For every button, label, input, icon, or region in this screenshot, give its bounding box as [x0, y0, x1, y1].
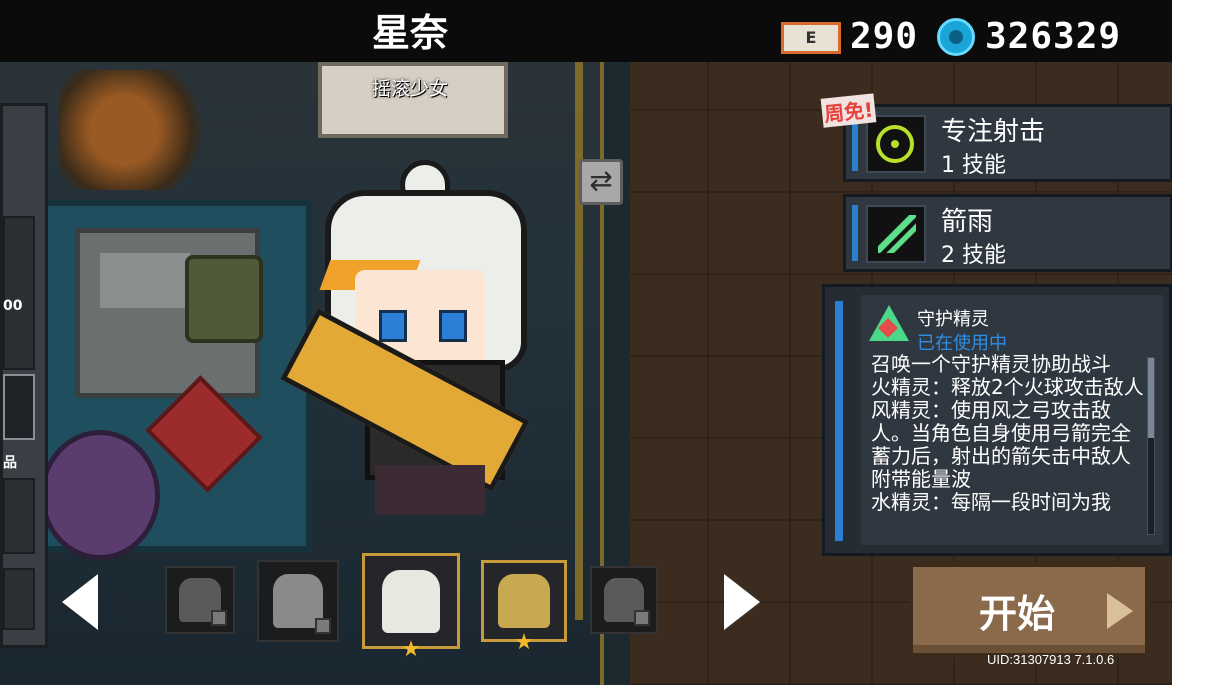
uid-label: UID:31307913 7.1.0.6 — [987, 652, 1115, 667]
skill-title: 专注射击 — [941, 117, 1046, 147]
pet-panel[interactable]: 守护精灵 已在使用中 召唤一个守护精灵协助战斗 火精灵：释放2个火球攻击敌人 风… — [822, 284, 1172, 556]
pet-desc-line: 风精灵：使用风之弓攻击敌人。当角色自身使用弓箭完全蓄力后，射出的箭矢击中敌人附带… — [871, 398, 1131, 491]
left-panel-label: 品 — [3, 455, 17, 471]
lock-icon — [211, 610, 227, 626]
left-side-panel[interactable]: 00 品 — [0, 103, 48, 648]
play-arrow-icon — [1107, 593, 1133, 629]
guardian-spirit-icon — [869, 305, 909, 345]
left-panel-box — [3, 216, 35, 370]
crosshair-icon — [866, 115, 926, 173]
pet-status: 已在使用中 — [917, 333, 1007, 354]
coin-icon — [937, 18, 975, 56]
pot-decoration — [185, 255, 263, 343]
coin-count: 326329 — [985, 16, 1122, 57]
pet-desc-line: 火精灵：释放2个火球攻击敌人 — [871, 375, 1144, 399]
pet-inner: 守护精灵 已在使用中 召唤一个守护精灵协助战斗 火精灵：释放2个火球攻击敌人 风… — [861, 295, 1163, 545]
pet-desc-line: 召唤一个守护精灵协助战斗 — [871, 353, 1111, 376]
star-icon: ★ — [514, 630, 534, 655]
lock-icon — [634, 610, 650, 626]
character-thumb[interactable] — [165, 566, 235, 634]
hero-eye — [379, 310, 407, 342]
plant-decoration — [60, 70, 220, 190]
gem-count: 290 — [850, 16, 919, 57]
rail — [575, 60, 583, 620]
prev-character-arrow[interactable] — [62, 574, 98, 630]
lock-icon — [315, 618, 331, 634]
character-thumb[interactable] — [257, 560, 339, 642]
weekly-free-badge: 周免! — [820, 93, 877, 128]
pet-name: 守护精灵 — [917, 309, 989, 330]
hero-legs — [375, 465, 485, 515]
skill-sub: 1 技能 — [941, 153, 1006, 178]
left-panel-value: 00 — [3, 298, 23, 314]
swap-skin-button[interactable]: ⇄ — [579, 159, 623, 205]
hero-name: 星奈 — [371, 11, 448, 55]
pet-desc-line: 水精灵：每隔一段时间为我 — [871, 490, 1111, 514]
character-thumb[interactable] — [590, 566, 658, 634]
skill-card-1[interactable]: 专注射击 1 技能 — [843, 104, 1172, 182]
skill-accent — [852, 205, 858, 261]
character-thumb-selected[interactable]: ★ — [362, 553, 460, 662]
game-screen: 星奈 摇滚少女 E 290 326329 00 品 ⇄ 专注射击 1 技能 周免… — [0, 0, 1172, 685]
pet-accent — [835, 301, 843, 541]
hero-subtitle: 摇滚少女 — [371, 78, 448, 100]
hero-eye — [439, 310, 467, 342]
skill-title: 箭雨 — [941, 207, 994, 237]
star-icon: ★ — [401, 637, 421, 662]
skill-card-2[interactable]: 箭雨 2 技能 — [843, 194, 1172, 272]
character-thumb[interactable]: ★ — [481, 560, 567, 655]
pet-scrollbar[interactable] — [1147, 357, 1155, 535]
start-label: 开始 — [979, 592, 1056, 636]
skill-sub: 2 技能 — [941, 243, 1006, 268]
character-figure — [498, 574, 550, 628]
pet-description[interactable]: 召唤一个守护精灵协助战斗 火精灵：释放2个火球攻击敌人 风精灵：使用风之弓攻击敌… — [871, 353, 1146, 539]
left-panel-button[interactable] — [3, 374, 35, 440]
character-figure — [381, 569, 441, 633]
scroll-thumb[interactable] — [1148, 358, 1154, 438]
gem-icon: E — [781, 22, 841, 54]
next-character-arrow[interactable] — [724, 574, 760, 630]
swap-icon: ⇄ — [589, 164, 613, 197]
left-panel-box-3[interactable] — [3, 568, 35, 630]
barrel-decoration — [40, 430, 160, 560]
hero-sprite[interactable] — [280, 160, 565, 520]
left-panel-box-2 — [3, 478, 35, 554]
arrow-rain-icon — [866, 205, 926, 263]
start-button[interactable]: 开始 — [908, 562, 1150, 658]
